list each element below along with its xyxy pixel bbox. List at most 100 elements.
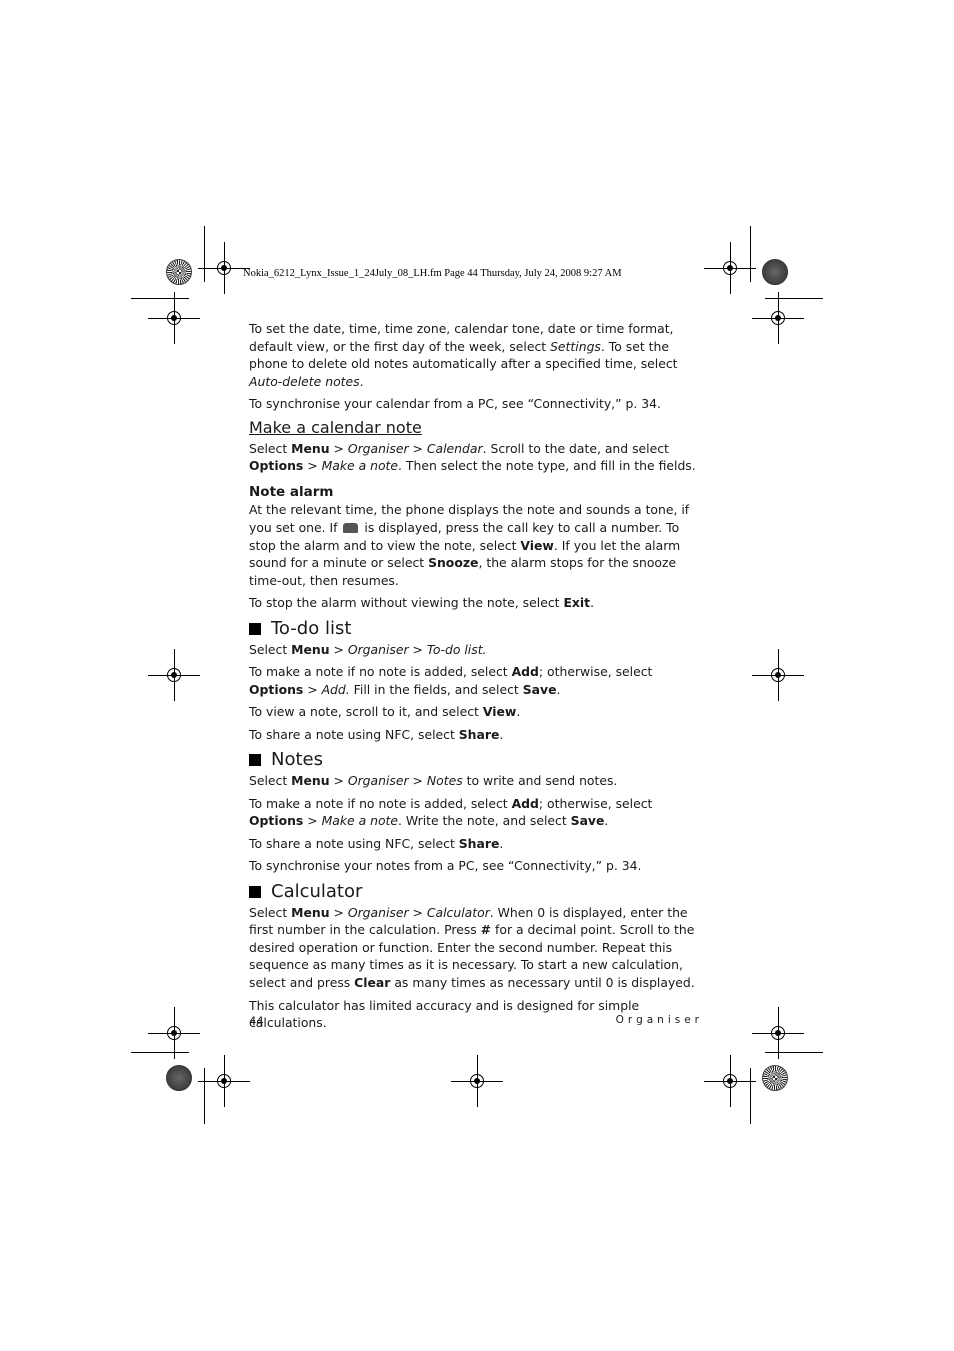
ui-term: Share: [458, 726, 500, 742]
text-run: To stop the alarm without viewing the no…: [249, 595, 564, 611]
text-run: .: [556, 681, 561, 697]
text-run: to write and send notes.: [462, 773, 618, 789]
menu-path-term: Organiser: [347, 773, 409, 789]
todo-paragraph: To view a note, scroll to it, and select…: [249, 703, 709, 721]
calculator-heading: Calculator: [249, 883, 709, 901]
ui-term: Menu: [291, 440, 330, 456]
ui-term: Menu: [291, 641, 330, 657]
sync-calendar-paragraph: To synchronise your calendar from a PC, …: [249, 395, 709, 413]
crop-mark: [131, 1052, 189, 1053]
page-footer: 44 Organiser: [249, 1014, 703, 1028]
text-run: To make a note if no note is added, sele…: [249, 795, 512, 811]
text-run: Select: [249, 904, 292, 920]
registration-mark-icon: [217, 1074, 231, 1088]
menu-path-term: Make a note: [321, 813, 399, 829]
ui-term: Menu: [291, 904, 330, 920]
square-bullet-icon: [249, 885, 261, 898]
file-slug-line: Nokia_6212_Lynx_Issue_1_24July_08_LH.fm …: [243, 268, 622, 279]
ui-term: Options: [249, 458, 304, 474]
ui-term: Clear: [354, 975, 391, 990]
todo-paragraph: To make a note if no note is added, sele…: [249, 663, 709, 698]
ui-term: View: [520, 537, 554, 553]
color-disc-icon: [762, 1065, 788, 1091]
notes-paragraph: To share a note using NFC, select Share.: [249, 835, 709, 853]
color-disc-icon: [166, 1065, 192, 1091]
registration-mark-icon: [167, 1026, 181, 1040]
ui-term: Options: [249, 813, 304, 829]
section-name: Organiser: [615, 1014, 703, 1026]
menu-path-term: Auto-delete notes: [249, 373, 360, 389]
menu-path-term: Organiser: [347, 904, 409, 920]
text-run: Select: [249, 773, 292, 789]
color-disc-icon: [762, 259, 788, 285]
registration-mark-icon: [771, 668, 785, 682]
note-alarm-paragraph: At the relevant time, the phone displays…: [249, 501, 709, 589]
text-run: Select: [249, 641, 292, 657]
registration-mark-icon: [771, 1026, 785, 1040]
text-run: as many times as necessary until 0 is di…: [390, 975, 695, 990]
menu-path-term: Add.: [321, 681, 350, 697]
text-run: . Then select the note type, and fill in…: [398, 458, 696, 474]
text-run: . Scroll to the date, and select: [482, 440, 669, 456]
page-number: 44: [249, 1014, 264, 1028]
text-run: >: [329, 904, 348, 920]
text-run: .: [590, 595, 595, 611]
todo-list-heading: To-do list: [249, 620, 709, 638]
text-run: >: [408, 641, 427, 657]
crop-mark: [131, 298, 189, 299]
crop-mark: [750, 1068, 751, 1124]
settings-paragraph: To set the date, time, time zone, calend…: [249, 320, 709, 390]
ui-term: Add: [511, 664, 539, 680]
registration-mark-icon: [723, 261, 737, 275]
text-run: To synchronise your calendar from a PC, …: [249, 396, 661, 412]
crop-mark: [204, 226, 205, 282]
text-run: >: [303, 813, 322, 829]
registration-mark-icon: [771, 311, 785, 325]
notes-heading: Notes: [249, 751, 709, 769]
crop-mark: [204, 1068, 205, 1124]
heading-text: To-do list: [271, 617, 352, 639]
menu-path-term: Settings: [550, 338, 601, 354]
menu-path-term: Notes: [426, 773, 463, 789]
text-run: To synchronise your notes from a PC, see…: [249, 858, 642, 874]
ui-term: Menu: [291, 773, 330, 789]
ui-term: Share: [458, 835, 500, 851]
crop-mark: [765, 298, 823, 299]
notes-paragraph: To make a note if no note is added, sele…: [249, 795, 709, 830]
text-run: .: [499, 835, 504, 851]
square-bullet-icon: [249, 754, 261, 767]
ui-term: Options: [249, 681, 304, 697]
registration-mark-icon: [167, 311, 181, 325]
make-calendar-note-paragraph: Select Menu > Organiser > Calendar. Scro…: [249, 440, 709, 475]
color-disc-icon: [166, 259, 192, 285]
ui-term: #: [480, 922, 492, 938]
menu-path-term: Calendar: [426, 440, 483, 456]
text-run: >: [329, 440, 348, 456]
text-run: .: [604, 813, 609, 829]
phone-call-icon: [343, 522, 359, 533]
todo-paragraph: Select Menu > Organiser > To-do list.: [249, 641, 709, 659]
square-bullet-icon: [249, 622, 261, 635]
calculator-paragraph: Select Menu > Organiser > Calculator. Wh…: [249, 904, 709, 992]
text-run: >: [408, 440, 427, 456]
text-run: ; otherwise, select: [538, 795, 653, 811]
text-run: >: [303, 458, 322, 474]
text-run: >: [329, 773, 348, 789]
menu-path-term: Organiser: [347, 641, 409, 657]
ui-term: Add: [511, 795, 539, 811]
make-calendar-note-heading: Make a calendar note: [249, 417, 422, 437]
heading-text: Notes: [271, 749, 323, 771]
registration-mark-icon: [217, 261, 231, 275]
menu-path-term: Make a note: [321, 458, 399, 474]
notes-paragraph: To synchronise your notes from a PC, see…: [249, 857, 709, 875]
registration-mark-icon: [723, 1074, 737, 1088]
ui-term: Exit: [563, 595, 591, 611]
text-run: To make a note if no note is added, sele…: [249, 664, 512, 680]
text-run: .: [359, 373, 364, 389]
note-alarm-heading: Note alarm: [249, 483, 334, 500]
text-run: >: [329, 641, 348, 657]
page-content: To set the date, time, time zone, calend…: [249, 320, 709, 1037]
registration-mark-icon: [470, 1074, 484, 1088]
ui-term: Save: [522, 681, 557, 697]
ui-term: Snooze: [428, 555, 479, 571]
